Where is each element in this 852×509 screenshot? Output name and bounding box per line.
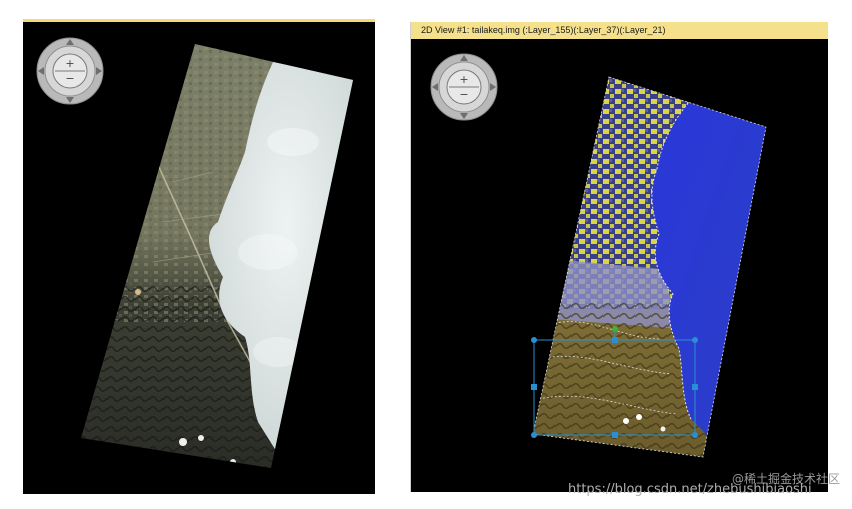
- screenshot-page: + − 2D View #1: tailakeq.img (:Layer_155…: [0, 0, 852, 509]
- zoom-in-icon[interactable]: +: [65, 57, 74, 70]
- zoom-out-icon[interactable]: −: [459, 88, 468, 101]
- watermark-url: https://blog.csdn.net/zhebushibiaoshi: [568, 482, 812, 497]
- right-2d-view[interactable]: 2D View #1: tailakeq.img (:Layer_155)(:L…: [410, 22, 828, 492]
- zoom-in-icon[interactable]: +: [459, 73, 468, 86]
- navigation-compass-icon[interactable]: + −: [429, 52, 499, 122]
- left-2d-view[interactable]: + −: [23, 19, 375, 494]
- navigation-compass-icon[interactable]: + −: [35, 36, 105, 106]
- zoom-out-icon[interactable]: −: [65, 72, 74, 85]
- view-title-bar: 2D View #1: tailakeq.img (:Layer_155)(:L…: [411, 22, 828, 39]
